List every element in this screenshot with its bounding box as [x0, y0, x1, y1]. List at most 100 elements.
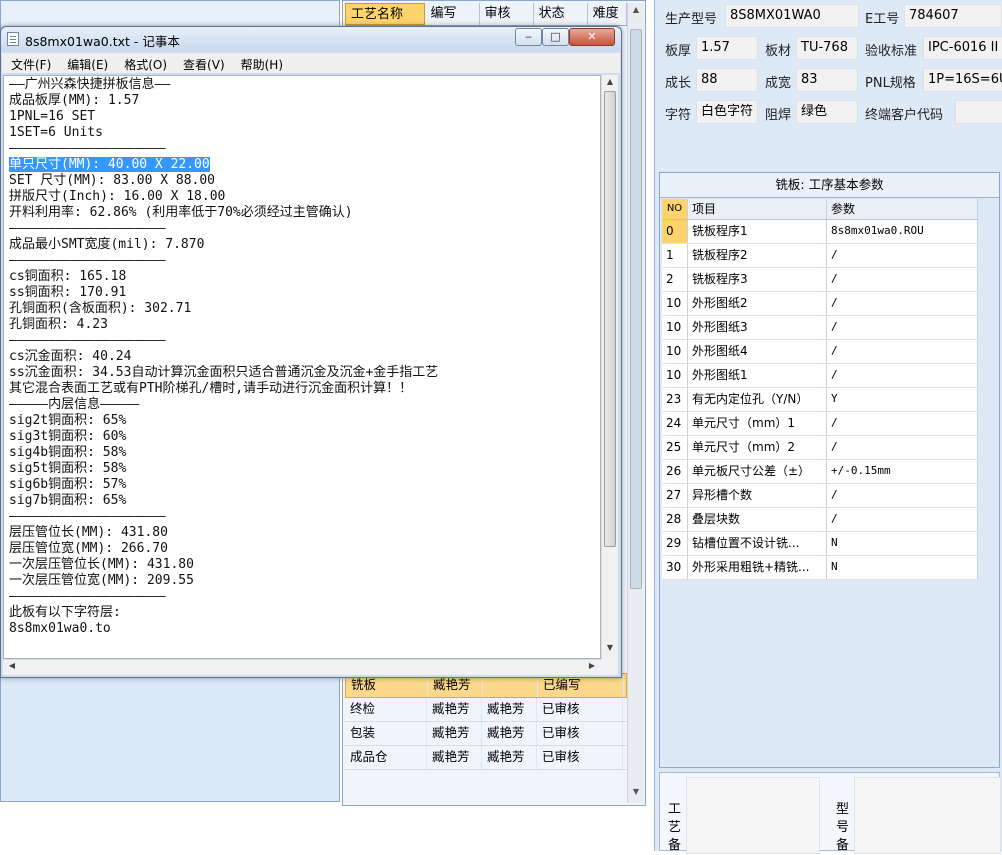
e-number-field[interactable]: 784607 — [904, 4, 1002, 28]
process-remark-field[interactable] — [686, 777, 820, 854]
process-table: 铣板 臧艳芳 已编写 终检 臧艳芳 臧艳芳 已审核 包装 臧艳芳 臧艳芳 已审核… — [345, 673, 627, 770]
thickness-field[interactable]: 1.57 — [696, 36, 758, 60]
close-button[interactable]: ✕ — [569, 28, 615, 46]
customer-code-field[interactable] — [955, 100, 1002, 124]
scroll-down-icon[interactable]: ▼ — [628, 787, 644, 801]
process-status: 已审核 — [537, 746, 623, 769]
character-field[interactable]: 白色字符 — [696, 100, 758, 124]
col-item-header[interactable]: 项目 — [688, 199, 827, 219]
param-value: / — [827, 292, 978, 315]
header-difficulty[interactable]: 难度 — [588, 3, 627, 25]
params-row[interactable]: 10 外形图纸3/ — [662, 316, 978, 340]
param-value: / — [827, 316, 978, 339]
scroll-up-icon[interactable]: ▲ — [602, 77, 618, 91]
params-row[interactable]: 23 有无内定位孔（Y/N） Y — [662, 388, 978, 412]
param-no: 10 — [662, 316, 688, 339]
text-after-selection: SET 尺寸(MM): 83.00 X 88.00 拼版尺寸(Inch): 16… — [9, 173, 439, 636]
character-label: 字符 — [665, 108, 692, 123]
vertical-scrollbar[interactable]: ▲ ▼ — [601, 75, 618, 659]
params-row[interactable]: 2 铣板程序3/ — [662, 268, 978, 292]
param-no: 23 — [662, 388, 688, 411]
model-field[interactable]: 8S8MX01WA0 — [725, 4, 859, 28]
scroll-up-icon[interactable]: ▲ — [628, 5, 644, 19]
param-value: / — [827, 484, 978, 507]
minimize-button[interactable]: ‒ — [515, 28, 542, 46]
scroll-thumb[interactable] — [604, 91, 616, 547]
param-item: 外形图纸1 — [688, 364, 827, 387]
params-title: 铣板: 工序基本参数 — [660, 173, 999, 198]
process-status: 已审核 — [537, 698, 623, 721]
model-remark-label: 型号备 — [836, 802, 850, 853]
params-rows: 0 铣板程序1 8s8mx01wa0.ROU 1 铣板程序2/2 铣板程序3/10 外形图纸… — [662, 220, 978, 580]
window-title: 8s8mx01wa0.txt - 记事本 — [25, 34, 180, 49]
params-row[interactable]: 10 外形图纸1/ — [662, 364, 978, 388]
param-no: 24 — [662, 412, 688, 435]
process-row[interactable]: 包装 臧艳芳 臧艳芳 已审核 — [345, 722, 627, 746]
material-field[interactable]: TU-768 — [796, 36, 858, 60]
param-item: 单元尺寸（mm）1 — [688, 412, 827, 435]
process-remark-label: 工艺备 — [668, 802, 682, 853]
params-row[interactable]: 24 单元尺寸（mm）1/ — [662, 412, 978, 436]
selected-text: 单只尺寸(MM): 40.00 X 22.00 — [9, 157, 210, 172]
param-value: / — [827, 244, 978, 267]
process-name: 包装 — [345, 722, 427, 745]
pnl-field[interactable]: 1P=16S=6U — [923, 68, 1002, 92]
scroll-down-icon[interactable]: ▼ — [602, 643, 618, 657]
thickness-label: 板厚 — [665, 44, 692, 59]
product-info-panel: 生产型号 8S8MX01WA0 E工号 784607 板厚 1.57 板材 TU… — [654, 0, 1002, 854]
param-no: 10 — [662, 340, 688, 363]
params-row[interactable]: 25 单元尺寸（mm）2/ — [662, 436, 978, 460]
param-item: 外形采用粗铣+精铣... — [688, 556, 827, 579]
params-row[interactable]: 30 外形采用粗铣+精铣... N — [662, 556, 978, 580]
menu-file[interactable]: 文件(F) — [2, 53, 58, 73]
params-row[interactable]: 10 外形图纸2/ — [662, 292, 978, 316]
col-no-header[interactable]: NO — [662, 199, 688, 219]
params-row[interactable]: 0 铣板程序1 8s8mx01wa0.ROU — [662, 220, 978, 244]
param-item: 单元尺寸（mm）2 — [688, 436, 827, 459]
material-label: 板材 — [765, 44, 792, 59]
notepad-titlebar[interactable]: 8s8mx01wa0.txt - 记事本 ‒ □ ✕ — [1, 27, 621, 51]
menu-edit[interactable]: 编辑(E) — [58, 53, 115, 73]
params-row[interactable]: 27 异形槽个数 / — [662, 484, 978, 508]
width-field[interactable]: 83 — [796, 68, 858, 92]
customer-code-label: 终端客户代码 — [865, 108, 944, 123]
process-name: 成品仓 — [345, 746, 427, 769]
horizontal-scrollbar[interactable]: ◀ ▶ — [3, 659, 601, 675]
col-param-header[interactable]: 参数 — [827, 199, 978, 219]
param-value: N — [827, 532, 978, 555]
process-row[interactable]: 终检 臧艳芳 臧艳芳 已审核 — [345, 698, 627, 722]
length-field[interactable]: 88 — [696, 68, 758, 92]
model-remark-field[interactable] — [854, 777, 1001, 854]
notepad-window: 8s8mx01wa0.txt - 记事本 ‒ □ ✕ 文件(F) 编辑(E) 格… — [0, 26, 622, 678]
process-row[interactable]: 成品仓 臧艳芳 臧艳芳 已审核 — [345, 746, 627, 770]
process-writer: 臧艳芳 — [427, 698, 482, 721]
scroll-right-icon[interactable]: ▶ — [585, 661, 599, 675]
process-status: 已审核 — [537, 722, 623, 745]
maximize-button[interactable]: □ — [542, 28, 569, 46]
resize-grip[interactable] — [601, 659, 618, 675]
scroll-thumb[interactable] — [630, 29, 642, 589]
param-item: 异形槽个数 — [688, 484, 827, 507]
param-value: / — [827, 340, 978, 363]
param-value: / — [827, 436, 978, 459]
params-row[interactable]: 29 钻槽位置不设计铣... N — [662, 532, 978, 556]
background-strip — [1, 1, 339, 25]
scroll-left-icon[interactable]: ◀ — [5, 661, 19, 675]
header-writer[interactable]: 编写 — [425, 3, 480, 25]
params-row[interactable]: 28 叠层块数 / — [662, 508, 978, 532]
menu-help[interactable]: 帮助(H) — [232, 53, 290, 73]
solder-mask-field[interactable]: 绿色 — [796, 100, 858, 124]
params-row[interactable]: 1 铣板程序2/ — [662, 244, 978, 268]
header-reviewer[interactable]: 审核 — [480, 3, 534, 25]
params-row[interactable]: 26 单元板尺寸公差（±） +/-0.15mm — [662, 460, 978, 484]
document-text: ——广州兴森快捷拼板信息—— 成品板厚(MM): 1.57 1PNL=16 SE… — [4, 76, 600, 637]
params-grid-header: NO 项目 参数 — [662, 199, 978, 220]
header-process-name[interactable]: 工艺名称 — [345, 3, 426, 25]
process-scrollbar[interactable]: ▲ ▼ — [627, 3, 644, 803]
text-editor-area[interactable]: ——广州兴森快捷拼板信息—— 成品板厚(MM): 1.57 1PNL=16 SE… — [3, 75, 601, 659]
menu-format[interactable]: 格式(O) — [115, 53, 174, 73]
params-row[interactable]: 10 外形图纸4/ — [662, 340, 978, 364]
header-status[interactable]: 状态 — [534, 3, 588, 25]
standard-field[interactable]: IPC-6016 II — [923, 36, 1002, 60]
menu-view[interactable]: 查看(V) — [174, 53, 232, 73]
